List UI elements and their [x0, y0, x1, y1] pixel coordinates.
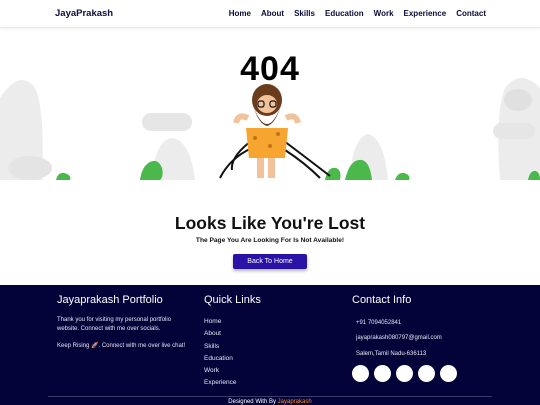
nav-item-skills[interactable]: Skills — [294, 9, 315, 18]
nav-item-home[interactable]: Home — [229, 9, 251, 18]
footer-link-home[interactable]: Home — [204, 316, 324, 328]
error-heading: Looks Like You're Lost — [174, 213, 366, 233]
social-icon-3[interactable] — [396, 365, 413, 382]
footer-credit-prefix: Designed With By — [228, 399, 278, 405]
footer-about-text-2: Keep Rising 🚀. Connect with me over live… — [57, 343, 186, 349]
nav-menu: Home About Skills Education Work Experie… — [229, 9, 486, 18]
footer-about-title: Jayaprakash Portfolio — [57, 294, 163, 306]
social-icon-4[interactable] — [418, 365, 435, 382]
social-icon-1[interactable] — [352, 365, 369, 382]
rock-left-illustration — [0, 80, 195, 180]
footer-about-text: Thank you for visiting my personal portf… — [57, 317, 172, 332]
footer-divider — [48, 396, 492, 397]
footer-link-about[interactable]: About — [204, 328, 324, 340]
rock-right-illustration — [325, 78, 540, 180]
social-links — [352, 365, 457, 382]
footer: Jayaprakash Portfolio Thank you for visi… — [0, 285, 540, 405]
caveman-illustration — [219, 84, 331, 179]
back-to-home-button[interactable]: Back To Home — [233, 254, 307, 269]
nav-item-work[interactable]: Work — [374, 9, 394, 18]
footer-links-title: Quick Links — [204, 294, 261, 306]
footer-link-work[interactable]: Work — [204, 365, 324, 377]
social-icon-2[interactable] — [374, 365, 391, 382]
footer-link-skills[interactable]: Skills — [204, 341, 324, 353]
contact-address: Salem,Tamil Nadu-636113 — [356, 350, 427, 357]
error-subheading: The Page You Are Looking For Is Not Avai… — [195, 237, 345, 244]
footer-contact: Contact Info +91 7094052841 jayaprakash0… — [352, 294, 502, 362]
social-icon-5[interactable] — [440, 365, 457, 382]
nav-item-contact[interactable]: Contact — [456, 9, 486, 18]
nav-item-about[interactable]: About — [261, 9, 284, 18]
brand-logo[interactable]: JayaPrakash — [55, 8, 113, 19]
nav-item-education[interactable]: Education — [325, 9, 364, 18]
footer-contact-title: Contact Info — [352, 294, 412, 306]
footer-link-education[interactable]: Education — [204, 353, 324, 365]
contact-email[interactable]: jayaprakash080797@gmail.com — [352, 331, 502, 346]
footer-credit-name[interactable]: Jayaprakash — [278, 399, 312, 405]
navbar: JayaPrakash Home About Skills Education … — [0, 0, 540, 28]
contact-phone[interactable]: +91 7094052841 — [352, 316, 502, 331]
footer-about: Jayaprakash Portfolio Thank you for visi… — [57, 294, 192, 351]
footer-link-experience[interactable]: Experience — [204, 377, 324, 389]
error-code: 404 — [240, 50, 300, 88]
footer-quick-links: Quick Links Home About Skills Education … — [204, 294, 324, 390]
nav-item-experience[interactable]: Experience — [404, 9, 447, 18]
footer-credit: Designed With By Jayaprakash — [0, 399, 540, 405]
